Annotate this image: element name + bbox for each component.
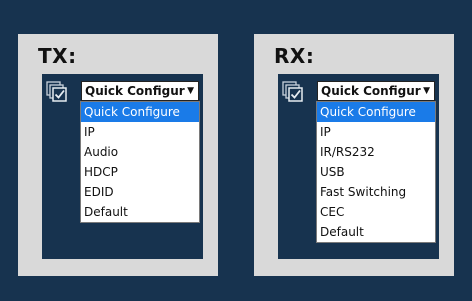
rx-option-ip[interactable]: IP (317, 122, 435, 142)
tx-dropdown-list: Quick Configure IP Audio HDCP EDID Defau… (80, 101, 200, 223)
tx-inner-panel: Quick Configure ▼ Quick Configure IP Aud… (42, 74, 203, 259)
rx-quick-configure-select[interactable]: Quick Configure ▼ (317, 81, 435, 101)
rx-option-ir-rs232[interactable]: IR/RS232 (317, 142, 435, 162)
rx-option-cec[interactable]: CEC (317, 202, 435, 222)
tx-option-hdcp[interactable]: HDCP (81, 162, 199, 182)
rx-panel: RX: Quick Configure ▼ Quick Configure IP… (254, 34, 454, 276)
tx-option-default[interactable]: Default (81, 202, 199, 222)
rx-option-quick-configure[interactable]: Quick Configure (317, 102, 435, 122)
tx-title: TX: (38, 44, 77, 68)
rx-select-value: Quick Configure (321, 84, 429, 98)
tx-select-value: Quick Configure (85, 84, 193, 98)
tx-quick-configure-select[interactable]: Quick Configure ▼ (81, 81, 199, 101)
rx-inner-panel: Quick Configure ▼ Quick Configure IP IR/… (278, 74, 439, 259)
rx-dropdown-list: Quick Configure IP IR/RS232 USB Fast Swi… (316, 101, 436, 243)
checklist-icon (46, 81, 67, 102)
tx-option-audio[interactable]: Audio (81, 142, 199, 162)
rx-option-default[interactable]: Default (317, 222, 435, 242)
chevron-down-icon: ▼ (421, 82, 430, 100)
rx-title: RX: (274, 44, 315, 68)
rx-option-fast-switching[interactable]: Fast Switching (317, 182, 435, 202)
rx-option-usb[interactable]: USB (317, 162, 435, 182)
chevron-down-icon: ▼ (185, 82, 194, 100)
tx-option-ip[interactable]: IP (81, 122, 199, 142)
tx-option-edid[interactable]: EDID (81, 182, 199, 202)
tx-option-quick-configure[interactable]: Quick Configure (81, 102, 199, 122)
checklist-icon (282, 81, 303, 102)
tx-panel: TX: Quick Configure ▼ Quick Configure IP… (18, 34, 218, 276)
